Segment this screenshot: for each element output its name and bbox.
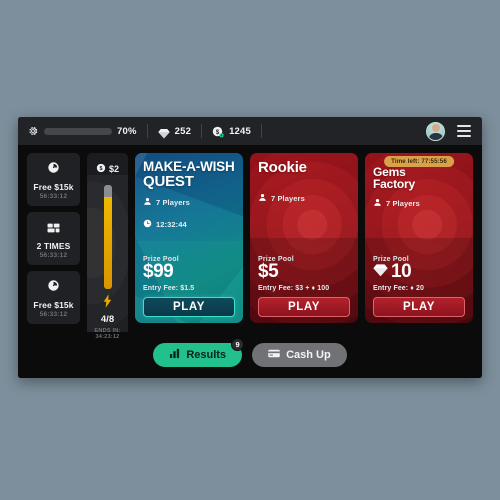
entry-fee: Entry Fee: $3 + ♦ 100 bbox=[258, 285, 330, 292]
svg-text:$: $ bbox=[99, 166, 102, 172]
game-card-title-line2: Factory bbox=[373, 177, 415, 192]
bar-chart-icon bbox=[169, 348, 180, 362]
avatar[interactable] bbox=[426, 121, 445, 141]
prize-section: Prize Pool $99 Entry Fee: $1.5 PLAY bbox=[143, 256, 235, 323]
lightning-bolt-icon bbox=[103, 294, 112, 313]
timer-row: 12:32:44 bbox=[143, 215, 235, 233]
game-card-rookie[interactable]: Rookie 7 Players Prize Pool $5 Entry Fee… bbox=[250, 153, 358, 323]
cash-up-button[interactable]: Cash Up bbox=[252, 343, 347, 367]
clock-icon bbox=[47, 161, 60, 179]
divider bbox=[261, 124, 263, 138]
coin-icon: $ bbox=[212, 125, 224, 138]
prize-section: Prize Pool $5 Entry Fee: $3 + ♦ 100 PLAY bbox=[258, 256, 350, 323]
person-icon bbox=[258, 189, 267, 207]
game-card-title-line1: MAKE-A-WISH bbox=[143, 159, 235, 174]
players-row: 7 Players bbox=[373, 194, 465, 212]
bonus-card-free-cash-2[interactable]: Free $15k 56:33:12 bbox=[27, 271, 80, 324]
coin-count: 1245 bbox=[229, 125, 252, 137]
results-button[interactable]: Results 9 bbox=[153, 338, 245, 367]
game-timer: 12:32:44 bbox=[156, 219, 187, 229]
players-row: 7 Players bbox=[143, 193, 235, 211]
top-bar: 70% 252 $ 1245 bbox=[18, 117, 482, 145]
players-count: 7 Players bbox=[386, 198, 420, 208]
bonus-card-timer: 56:33:12 bbox=[39, 252, 68, 259]
play-button[interactable]: PLAY bbox=[258, 297, 350, 317]
coin-balance-group[interactable]: $ 1245 bbox=[212, 125, 252, 138]
top-bar-right bbox=[426, 121, 473, 141]
grid-icon bbox=[47, 220, 60, 238]
play-button[interactable]: PLAY bbox=[143, 297, 235, 317]
dollar-coin-icon: $ bbox=[96, 160, 106, 178]
game-card-gems-factory[interactable]: Time left: 77:55:56 Gems Factory 7 Playe… bbox=[365, 153, 473, 323]
card-icon bbox=[268, 349, 280, 361]
bonus-card-title: Free $15k bbox=[33, 182, 74, 192]
clock-icon bbox=[143, 215, 152, 233]
results-label: Results bbox=[186, 349, 227, 361]
avatar-face bbox=[431, 124, 440, 133]
bottom-action-bar: Results 9 Cash Up bbox=[18, 332, 482, 378]
players-count: 7 Players bbox=[156, 197, 190, 207]
prize-pool-value: $5 bbox=[258, 261, 279, 283]
xp-progress-group: 70% bbox=[27, 125, 137, 137]
play-button[interactable]: PLAY bbox=[373, 297, 465, 317]
gem-icon bbox=[373, 262, 388, 282]
gem-icon bbox=[157, 126, 170, 138]
prize-pool-value: $99 bbox=[143, 261, 174, 283]
divider bbox=[201, 124, 203, 138]
clock-icon bbox=[47, 279, 60, 297]
page-background: 70% 252 $ 1245 Free $15k 56:33:12 2 TIME… bbox=[0, 0, 500, 500]
avatar-body bbox=[428, 132, 443, 140]
xp-progress-bar bbox=[44, 127, 112, 135]
xp-percent-label: 70% bbox=[117, 125, 137, 137]
energy-amount: $2 bbox=[108, 164, 119, 174]
gear-icon[interactable] bbox=[27, 125, 39, 137]
energy-count: 4/8 bbox=[100, 314, 115, 325]
bonus-card-timer: 56:33:12 bbox=[39, 311, 68, 318]
hamburger-menu-icon[interactable] bbox=[457, 125, 471, 137]
cash-up-label: Cash Up bbox=[286, 349, 331, 361]
game-card-title-line1: Rookie bbox=[258, 159, 307, 176]
energy-tube bbox=[103, 185, 112, 289]
players-count: 7 Players bbox=[271, 193, 305, 203]
game-card-make-a-wish-quest[interactable]: MAKE-A-WISH QUEST 7 Players 12:32:44 Pri… bbox=[135, 153, 243, 323]
person-icon bbox=[373, 194, 382, 212]
time-left-badge: Time left: 77:55:56 bbox=[384, 156, 454, 168]
energy-ends-time: 34:23:12 bbox=[95, 334, 120, 340]
energy-amount-group: $ $2 bbox=[96, 160, 119, 178]
bonus-card-timer: 56:33:12 bbox=[39, 193, 68, 200]
game-card-title-line2: QUEST bbox=[143, 172, 194, 190]
divider bbox=[146, 124, 148, 138]
prize-section: Prize Pool 10 Entry Fee: ♦ 20 PLAY bbox=[373, 256, 465, 323]
app-window: 70% 252 $ 1245 Free $15k 56:33:12 2 TIME… bbox=[18, 117, 482, 378]
prize-pool-value-group: 10 bbox=[373, 262, 465, 282]
results-badge: 9 bbox=[231, 338, 245, 351]
hamburger-line bbox=[457, 125, 471, 128]
energy-tube-fill bbox=[103, 197, 112, 289]
bonus-card-free-cash-1[interactable]: Free $15k 56:33:12 bbox=[27, 153, 80, 206]
entry-fee: Entry Fee: $1.5 bbox=[143, 285, 195, 292]
bonus-card-title: 2 TIMES bbox=[36, 241, 71, 251]
hamburger-line bbox=[457, 130, 471, 132]
bonus-card-title: Free $15k bbox=[33, 300, 74, 310]
gem-count: 252 bbox=[174, 125, 192, 137]
players-row: 7 Players bbox=[258, 189, 350, 207]
gem-balance-group[interactable]: 252 bbox=[157, 125, 192, 138]
entry-fee: Entry Fee: ♦ 20 bbox=[373, 285, 424, 292]
bonus-card-2-times[interactable]: 2 TIMES 56:33:12 bbox=[27, 212, 80, 265]
person-icon bbox=[143, 193, 152, 211]
prize-pool-value: 10 bbox=[391, 261, 412, 283]
hamburger-line bbox=[457, 134, 471, 137]
